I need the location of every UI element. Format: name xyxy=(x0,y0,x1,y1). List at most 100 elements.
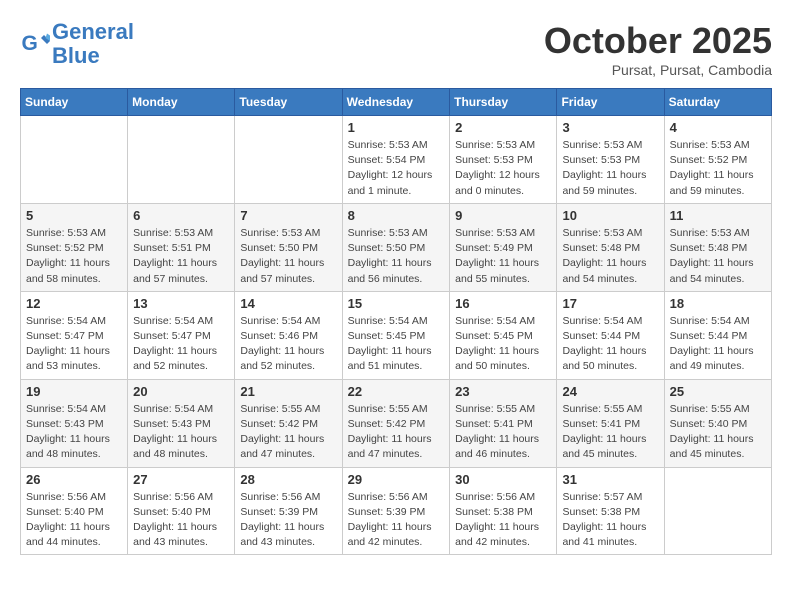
day-number: 4 xyxy=(670,120,766,135)
day-info: Sunrise: 5:53 AM Sunset: 5:54 PM Dayligh… xyxy=(348,138,445,199)
weekday-header-row: SundayMondayTuesdayWednesdayThursdayFrid… xyxy=(21,89,772,116)
calendar-cell: 6Sunrise: 5:53 AM Sunset: 5:51 PM Daylig… xyxy=(128,203,235,291)
calendar-cell: 19Sunrise: 5:54 AM Sunset: 5:43 PM Dayli… xyxy=(21,379,128,467)
day-number: 2 xyxy=(455,120,551,135)
day-number: 16 xyxy=(455,296,551,311)
day-number: 18 xyxy=(670,296,766,311)
calendar-cell: 23 Sunrise: 5:55 AM Sunset: 5:41 PM Dayli… xyxy=(450,379,557,467)
day-number: 13 xyxy=(133,296,229,311)
day-number: 28 xyxy=(240,472,336,487)
day-number: 25 xyxy=(670,384,766,399)
calendar-cell: 27 Sunrise: 5:56 AM Sunset: 5:40 PM Dayli… xyxy=(128,467,235,555)
calendar-cell: 14 Sunrise: 5:54 AM Sunset: 5:46 PM Dayli… xyxy=(235,291,342,379)
day-number: 26 xyxy=(26,472,122,487)
calendar-cell: 24 Sunrise: 5:55 AM Sunset: 5:41 PM Dayli… xyxy=(557,379,664,467)
weekday-header-sunday: Sunday xyxy=(21,89,128,116)
day-number: 14 xyxy=(240,296,336,311)
day-number: 24 xyxy=(562,384,658,399)
weekday-header-tuesday: Tuesday xyxy=(235,89,342,116)
calendar-cell: 16 Sunrise: 5:54 AM Sunset: 5:45 PM Dayli… xyxy=(450,291,557,379)
location: Pursat, Pursat, Cambodia xyxy=(544,62,772,78)
day-info: Sunrise: 5:55 AM Sunset: 5:42 PM Dayligh… xyxy=(240,402,336,463)
day-number: 5 xyxy=(26,208,122,223)
day-info: Sunrise: 5:53 AM Sunset: 5:53 PM Dayligh… xyxy=(455,138,551,199)
calendar-cell xyxy=(128,116,235,204)
day-info: Sunrise: 5:56 AM Sunset: 5:38 PM Dayligh… xyxy=(455,490,551,551)
day-info: Sunrise: 5:54 AM Sunset: 5:43 PM Dayligh… xyxy=(26,402,122,463)
day-number: 17 xyxy=(562,296,658,311)
logo-icon: G xyxy=(20,29,50,59)
day-info: Sunrise: 5:55 AM Sunset: 5:41 PM Dayligh… xyxy=(455,402,551,463)
day-number: 3 xyxy=(562,120,658,135)
day-info: Sunrise: 5:54 AM Sunset: 5:44 PM Dayligh… xyxy=(562,314,658,375)
day-info: Sunrise: 5:57 AM Sunset: 5:38 PM Dayligh… xyxy=(562,490,658,551)
weekday-header-thursday: Thursday xyxy=(450,89,557,116)
day-number: 12 xyxy=(26,296,122,311)
day-number: 30 xyxy=(455,472,551,487)
week-row-5: 26 Sunrise: 5:56 AM Sunset: 5:40 PM Dayli… xyxy=(21,467,772,555)
calendar-cell: 5 Sunrise: 5:53 AM Sunset: 5:52 PM Daylig… xyxy=(21,203,128,291)
day-number: 6 xyxy=(133,208,229,223)
calendar-cell: 20 Sunrise: 5:54 AM Sunset: 5:43 PM Dayli… xyxy=(128,379,235,467)
day-info: Sunrise: 5:53 AM Sunset: 5:53 PM Dayligh… xyxy=(562,138,658,199)
weekday-header-monday: Monday xyxy=(128,89,235,116)
day-number: 31 xyxy=(562,472,658,487)
day-number: 7 xyxy=(240,208,336,223)
day-info: Sunrise: 5:53 AM Sunset: 5:50 PM Dayligh… xyxy=(240,226,336,287)
day-info: Sunrise: 5:53 AM Sunset: 5:52 PM Dayligh… xyxy=(26,226,122,287)
calendar-cell: 4 Sunrise: 5:53 AM Sunset: 5:52 PM Daylig… xyxy=(664,116,771,204)
calendar-cell: 18Sunrise: 5:54 AM Sunset: 5:44 PM Dayli… xyxy=(664,291,771,379)
day-number: 27 xyxy=(133,472,229,487)
calendar-cell: 30 Sunrise: 5:56 AM Sunset: 5:38 PM Dayli… xyxy=(450,467,557,555)
calendar-cell: 26 Sunrise: 5:56 AM Sunset: 5:40 PM Dayli… xyxy=(21,467,128,555)
day-info: Sunrise: 5:55 AM Sunset: 5:41 PM Dayligh… xyxy=(562,402,658,463)
calendar-cell: 1 Sunrise: 5:53 AM Sunset: 5:54 PM Daylig… xyxy=(342,116,450,204)
day-number: 8 xyxy=(348,208,445,223)
calendar-cell: 21Sunrise: 5:55 AM Sunset: 5:42 PM Dayli… xyxy=(235,379,342,467)
day-info: Sunrise: 5:56 AM Sunset: 5:40 PM Dayligh… xyxy=(26,490,122,551)
day-info: Sunrise: 5:55 AM Sunset: 5:42 PM Dayligh… xyxy=(348,402,445,463)
day-info: Sunrise: 5:53 AM Sunset: 5:52 PM Dayligh… xyxy=(670,138,766,199)
week-row-2: 5 Sunrise: 5:53 AM Sunset: 5:52 PM Daylig… xyxy=(21,203,772,291)
logo-blue: Blue xyxy=(52,43,100,68)
day-info: Sunrise: 5:54 AM Sunset: 5:47 PM Dayligh… xyxy=(26,314,122,375)
day-info: Sunrise: 5:53 AM Sunset: 5:49 PM Dayligh… xyxy=(455,226,551,287)
calendar-cell: 25 Sunrise: 5:55 AM Sunset: 5:40 PM Dayli… xyxy=(664,379,771,467)
day-info: Sunrise: 5:55 AM Sunset: 5:40 PM Dayligh… xyxy=(670,402,766,463)
day-number: 1 xyxy=(348,120,445,135)
calendar-cell: 9Sunrise: 5:53 AM Sunset: 5:49 PM Daylig… xyxy=(450,203,557,291)
day-info: Sunrise: 5:54 AM Sunset: 5:45 PM Dayligh… xyxy=(455,314,551,375)
day-info: Sunrise: 5:53 AM Sunset: 5:48 PM Dayligh… xyxy=(562,226,658,287)
calendar-cell: 12 Sunrise: 5:54 AM Sunset: 5:47 PM Dayli… xyxy=(21,291,128,379)
day-number: 23 xyxy=(455,384,551,399)
day-info: Sunrise: 5:53 AM Sunset: 5:48 PM Dayligh… xyxy=(670,226,766,287)
day-number: 20 xyxy=(133,384,229,399)
weekday-header-wednesday: Wednesday xyxy=(342,89,450,116)
month-title: October 2025 xyxy=(544,20,772,62)
day-info: Sunrise: 5:56 AM Sunset: 5:40 PM Dayligh… xyxy=(133,490,229,551)
day-number: 15 xyxy=(348,296,445,311)
calendar-cell: 13 Sunrise: 5:54 AM Sunset: 5:47 PM Dayli… xyxy=(128,291,235,379)
day-number: 10 xyxy=(562,208,658,223)
calendar-cell: 10 Sunrise: 5:53 AM Sunset: 5:48 PM Dayli… xyxy=(557,203,664,291)
title-section: October 2025 Pursat, Pursat, Cambodia xyxy=(544,20,772,78)
logo: G General Blue xyxy=(20,20,134,68)
weekday-header-friday: Friday xyxy=(557,89,664,116)
calendar-cell: 7 Sunrise: 5:53 AM Sunset: 5:50 PM Daylig… xyxy=(235,203,342,291)
logo-general: General xyxy=(52,19,134,44)
calendar-cell: 3 Sunrise: 5:53 AM Sunset: 5:53 PM Daylig… xyxy=(557,116,664,204)
week-row-1: 1 Sunrise: 5:53 AM Sunset: 5:54 PM Daylig… xyxy=(21,116,772,204)
day-number: 29 xyxy=(348,472,445,487)
day-number: 11 xyxy=(670,208,766,223)
day-info: Sunrise: 5:56 AM Sunset: 5:39 PM Dayligh… xyxy=(240,490,336,551)
calendar-cell xyxy=(21,116,128,204)
day-info: Sunrise: 5:54 AM Sunset: 5:46 PM Dayligh… xyxy=(240,314,336,375)
week-row-3: 12 Sunrise: 5:54 AM Sunset: 5:47 PM Dayli… xyxy=(21,291,772,379)
day-info: Sunrise: 5:54 AM Sunset: 5:47 PM Dayligh… xyxy=(133,314,229,375)
calendar-cell: 31 Sunrise: 5:57 AM Sunset: 5:38 PM Dayli… xyxy=(557,467,664,555)
page-header: G General Blue October 2025 Pursat, Purs… xyxy=(20,20,772,78)
calendar-cell: 22Sunrise: 5:55 AM Sunset: 5:42 PM Dayli… xyxy=(342,379,450,467)
calendar-cell: 15Sunrise: 5:54 AM Sunset: 5:45 PM Dayli… xyxy=(342,291,450,379)
calendar-table: SundayMondayTuesdayWednesdayThursdayFrid… xyxy=(20,88,772,555)
day-info: Sunrise: 5:54 AM Sunset: 5:43 PM Dayligh… xyxy=(133,402,229,463)
